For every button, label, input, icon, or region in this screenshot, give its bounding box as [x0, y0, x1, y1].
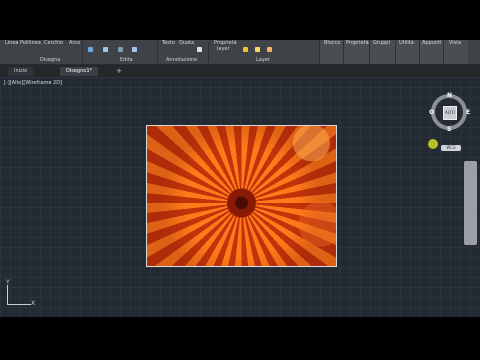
ribbon-button-label: Gruppi — [373, 40, 390, 46]
ucs-icon: Y X — [5, 279, 35, 307]
ribbon-button-label: Appunti — [422, 40, 442, 46]
ribbon-section-edita[interactable]: Edita — [120, 57, 133, 63]
ribbon-label-linea[interactable]: Linea — [5, 40, 18, 47]
tab-inizio[interactable]: Inizio — [8, 67, 34, 76]
ribbon-section-disegna[interactable]: Disegna — [40, 57, 60, 63]
compass-east[interactable]: E — [466, 109, 470, 116]
ribbon-label-cerchio[interactable]: Cerchio — [44, 40, 63, 47]
ribbon-label-polilinea[interactable]: Polilinea — [20, 40, 41, 47]
ribbon-button-label: Vista — [449, 40, 462, 46]
tab-disegno1[interactable]: Disegno1* — [60, 67, 99, 76]
ribbon-label-layer[interactable]: layer — [217, 46, 230, 53]
ribbon-separator — [208, 42, 209, 62]
new-tab-button[interactable]: + — [114, 67, 124, 76]
stretch-icon[interactable] — [118, 47, 123, 52]
viewport-controls-label[interactable]: [-][Alto][Wireframe 2D] — [4, 80, 62, 86]
navigation-bar[interactable] — [464, 161, 477, 245]
compass-west[interactable]: O — [429, 109, 434, 116]
ribbon-separator — [82, 42, 83, 62]
ribbon-button-blocco[interactable]: Blocco — [319, 40, 344, 64]
ucs-y-label: Y — [6, 279, 10, 286]
drawing-canvas[interactable]: [-][Alto][Wireframe 2D] ALTO N S E O WCS… — [0, 77, 480, 317]
compass-south[interactable]: S — [447, 126, 451, 133]
viewcube-top-face[interactable]: ALTO — [443, 106, 457, 120]
ribbon-button-appunti[interactable]: Appunti — [419, 40, 444, 64]
ribbon-label-testo[interactable]: Testo — [162, 40, 175, 47]
layer-state-icon[interactable] — [243, 47, 248, 52]
ribbon-button-label: Utilità — [399, 40, 414, 46]
ucs-y-axis — [7, 285, 8, 305]
ribbon-button-label: Blocco — [324, 40, 341, 46]
ribbon-button-vista[interactable]: Vista — [443, 40, 468, 64]
compass-north[interactable]: N — [447, 92, 452, 99]
ribbon-button-label: Proprietà — [346, 40, 369, 46]
ribbon-label-arco[interactable]: Arco — [69, 40, 80, 47]
rotate-icon[interactable] — [132, 47, 137, 52]
layer-freeze-icon[interactable] — [255, 47, 260, 52]
layer-lock-icon[interactable] — [267, 47, 272, 52]
mouse-cursor-highlight — [428, 139, 438, 149]
copy-icon[interactable] — [103, 47, 108, 52]
layer-properties-icon[interactable] — [197, 47, 202, 52]
ribbon-label-quota[interactable]: Quota — [179, 40, 194, 47]
ribbon-button-utilita[interactable]: Utilità — [395, 40, 420, 64]
ribbon-section-annotazione[interactable]: Annotazione — [166, 57, 197, 63]
move-icon[interactable] — [88, 47, 93, 52]
ribbon-section-layer[interactable]: Layer — [256, 57, 270, 63]
ucs-x-axis — [7, 304, 31, 305]
ucs-x-label: X — [31, 300, 36, 307]
wcs-menu[interactable]: WCS — [441, 145, 461, 151]
ribbon: Linea Polilinea Cerchio Arco Testo Quota… — [0, 40, 480, 65]
ribbon-separator — [157, 42, 158, 62]
ribbon-button-proprieta[interactable]: Proprietà — [343, 40, 370, 64]
window-top-edge — [0, 0, 480, 7]
flower-image[interactable] — [146, 125, 337, 267]
ribbon-button-gruppi[interactable]: Gruppi — [369, 40, 396, 64]
file-tab-bar: Inizio Disegno1* + — [0, 65, 480, 77]
window-bottom-edge — [0, 317, 480, 360]
viewcube[interactable]: ALTO N S E O — [429, 92, 471, 134]
